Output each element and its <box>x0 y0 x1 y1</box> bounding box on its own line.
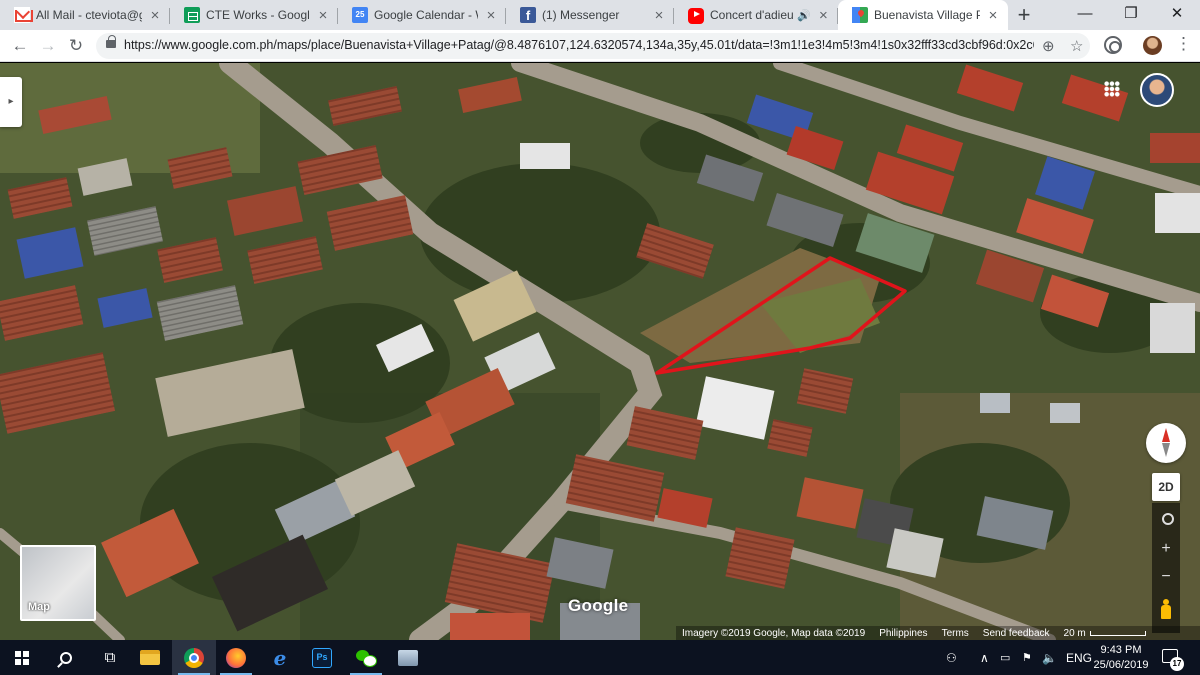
tab-calendar[interactable]: 25 Google Calendar - Wee × <box>338 0 506 30</box>
map-layer-label: Map <box>28 601 50 613</box>
tab-sheets[interactable]: CTE Works - Google Sh × <box>170 0 338 30</box>
zoom-icon[interactable]: ⊕ <box>1042 37 1055 55</box>
taskbar-photoshop[interactable]: Ps <box>300 640 344 675</box>
browser-menu-icon[interactable]: ⋮ <box>1175 34 1192 54</box>
youtube-icon <box>688 8 704 24</box>
tab-title: Google Calendar - Wee <box>374 8 478 22</box>
taskbar-edge[interactable]: e <box>258 640 302 675</box>
close-window-button[interactable]: ✕ <box>1154 0 1200 30</box>
map-controls-panel: + − <box>1152 503 1180 633</box>
satellite-map-view[interactable]: ▸ Map Google 2D + − Imagery ©2019 Google… <box>0 63 1200 640</box>
wechat-icon <box>356 648 377 668</box>
browser-toolbar: ← → ↻ https://www.google.com.ph/maps/pla… <box>0 30 1200 62</box>
start-button[interactable] <box>0 640 44 675</box>
search-icon <box>60 651 72 664</box>
back-button[interactable]: ← <box>8 34 32 58</box>
tab-maps[interactable]: Buenavista Village Pata × <box>838 0 1008 30</box>
windows-logo-icon <box>15 650 29 665</box>
send-feedback-link[interactable]: Send feedback <box>983 628 1050 639</box>
sheets-icon <box>184 7 200 23</box>
pegman-icon[interactable] <box>1160 599 1172 621</box>
taskbar-generic-app[interactable] <box>386 640 430 675</box>
scale-bar <box>1089 630 1146 636</box>
tab-youtube[interactable]: Concert d'adieux of 🔊 × <box>674 0 838 30</box>
imagery-credit: Imagery ©2019 Google, Map data ©2019 <box>682 627 866 639</box>
tab-close-icon[interactable]: × <box>316 7 330 24</box>
extension-icon[interactable] <box>1104 36 1122 54</box>
show-hidden-icons-icon[interactable]: ∧ <box>980 640 989 675</box>
tab-close-icon[interactable]: × <box>652 7 666 24</box>
reload-button[interactable]: ↻ <box>64 34 88 58</box>
address-bar[interactable]: https://www.google.com.ph/maps/place/Bue… <box>96 33 1090 59</box>
audio-playing-icon[interactable]: 🔊 <box>797 9 811 22</box>
clock-time: 9:43 PM <box>1100 644 1142 656</box>
bookmark-star-icon[interactable]: ☆ <box>1070 37 1083 55</box>
battery-icon[interactable]: ▭ <box>1000 640 1010 675</box>
people-icon[interactable]: ⚇ <box>946 640 957 675</box>
tab-title: (1) Messenger <box>542 8 620 22</box>
collapse-panel-button[interactable]: ▸ <box>0 77 22 127</box>
terms-link[interactable]: Terms <box>942 628 969 639</box>
my-location-icon[interactable] <box>1152 505 1180 529</box>
edge-icon: e <box>273 645 287 670</box>
gmail-icon <box>14 7 33 23</box>
taskbar-chrome[interactable] <box>172 640 216 675</box>
tab-close-icon[interactable]: × <box>817 7 830 24</box>
scale-label[interactable]: 20 m <box>1064 628 1146 639</box>
calendar-icon: 25 <box>352 7 368 23</box>
maximize-button[interactable]: ❐ <box>1108 0 1154 30</box>
country-link[interactable]: Philippines <box>879 628 927 639</box>
google-apps-icon[interactable] <box>1104 81 1120 97</box>
folder-icon <box>140 650 160 665</box>
volume-icon[interactable]: 🔈 <box>1042 640 1057 675</box>
windows-taskbar: ⧉ e Ps ⚇ ∧ ▭ ⚑ 🔈 ENG 9:43 PM 25/06/2019 … <box>0 640 1200 675</box>
facebook-icon: f <box>520 7 536 23</box>
taskbar-wechat[interactable] <box>344 640 388 675</box>
tab-messenger[interactable]: f (1) Messenger × <box>506 0 674 30</box>
browser-tab-strip: All Mail - cteviota@gma × CTE Works - Go… <box>0 0 1200 30</box>
tab-close-icon[interactable]: × <box>986 7 1000 24</box>
notification-count-badge: 17 <box>1170 657 1184 671</box>
map-attribution-bar: Imagery ©2019 Google, Map data ©2019 Phi… <box>676 626 1200 640</box>
language-indicator[interactable]: ENG <box>1066 640 1092 675</box>
maps-icon <box>852 7 868 23</box>
profile-avatar[interactable] <box>1143 36 1162 55</box>
tab-title: All Mail - cteviota@gma <box>36 8 142 22</box>
url-text[interactable]: https://www.google.com.ph/maps/place/Bue… <box>124 38 1034 52</box>
map-layer-toggle[interactable]: Map <box>20 545 96 621</box>
tab-title: Buenavista Village Pata <box>874 8 980 22</box>
account-avatar[interactable] <box>1140 73 1174 107</box>
zoom-in-button[interactable]: + <box>1152 537 1180 561</box>
tilt-2d-button[interactable]: 2D <box>1152 473 1180 501</box>
compass-icon[interactable] <box>1146 423 1186 463</box>
photoshop-icon: Ps <box>312 647 332 668</box>
firefox-icon <box>226 647 246 668</box>
task-view-button[interactable]: ⧉ <box>88 640 132 675</box>
tab-gmail[interactable]: All Mail - cteviota@gma × <box>0 0 170 30</box>
tab-title: CTE Works - Google Sh <box>206 8 310 22</box>
clock-date: 25/06/2019 <box>1093 659 1149 671</box>
tab-title: Concert d'adieux of <box>710 8 794 22</box>
app-window-icon <box>398 649 418 666</box>
system-clock[interactable]: 9:43 PM 25/06/2019 <box>1092 643 1150 673</box>
taskbar-file-explorer[interactable] <box>128 640 172 675</box>
tab-close-icon[interactable]: × <box>484 7 498 24</box>
search-button[interactable] <box>44 640 88 675</box>
lock-icon[interactable] <box>106 35 116 48</box>
minimize-button[interactable]: — <box>1062 0 1108 30</box>
task-view-icon: ⧉ <box>104 649 116 666</box>
google-logo: Google <box>568 596 629 615</box>
chrome-icon <box>184 647 204 668</box>
tab-close-icon[interactable]: × <box>148 7 162 24</box>
zoom-out-button[interactable]: − <box>1152 565 1180 589</box>
forward-button[interactable]: → <box>36 34 60 58</box>
taskbar-firefox[interactable] <box>214 640 258 675</box>
new-tab-button[interactable]: + <box>1012 2 1036 28</box>
satellite-imagery[interactable] <box>0 63 1200 640</box>
network-icon[interactable]: ⚑ <box>1022 640 1032 675</box>
